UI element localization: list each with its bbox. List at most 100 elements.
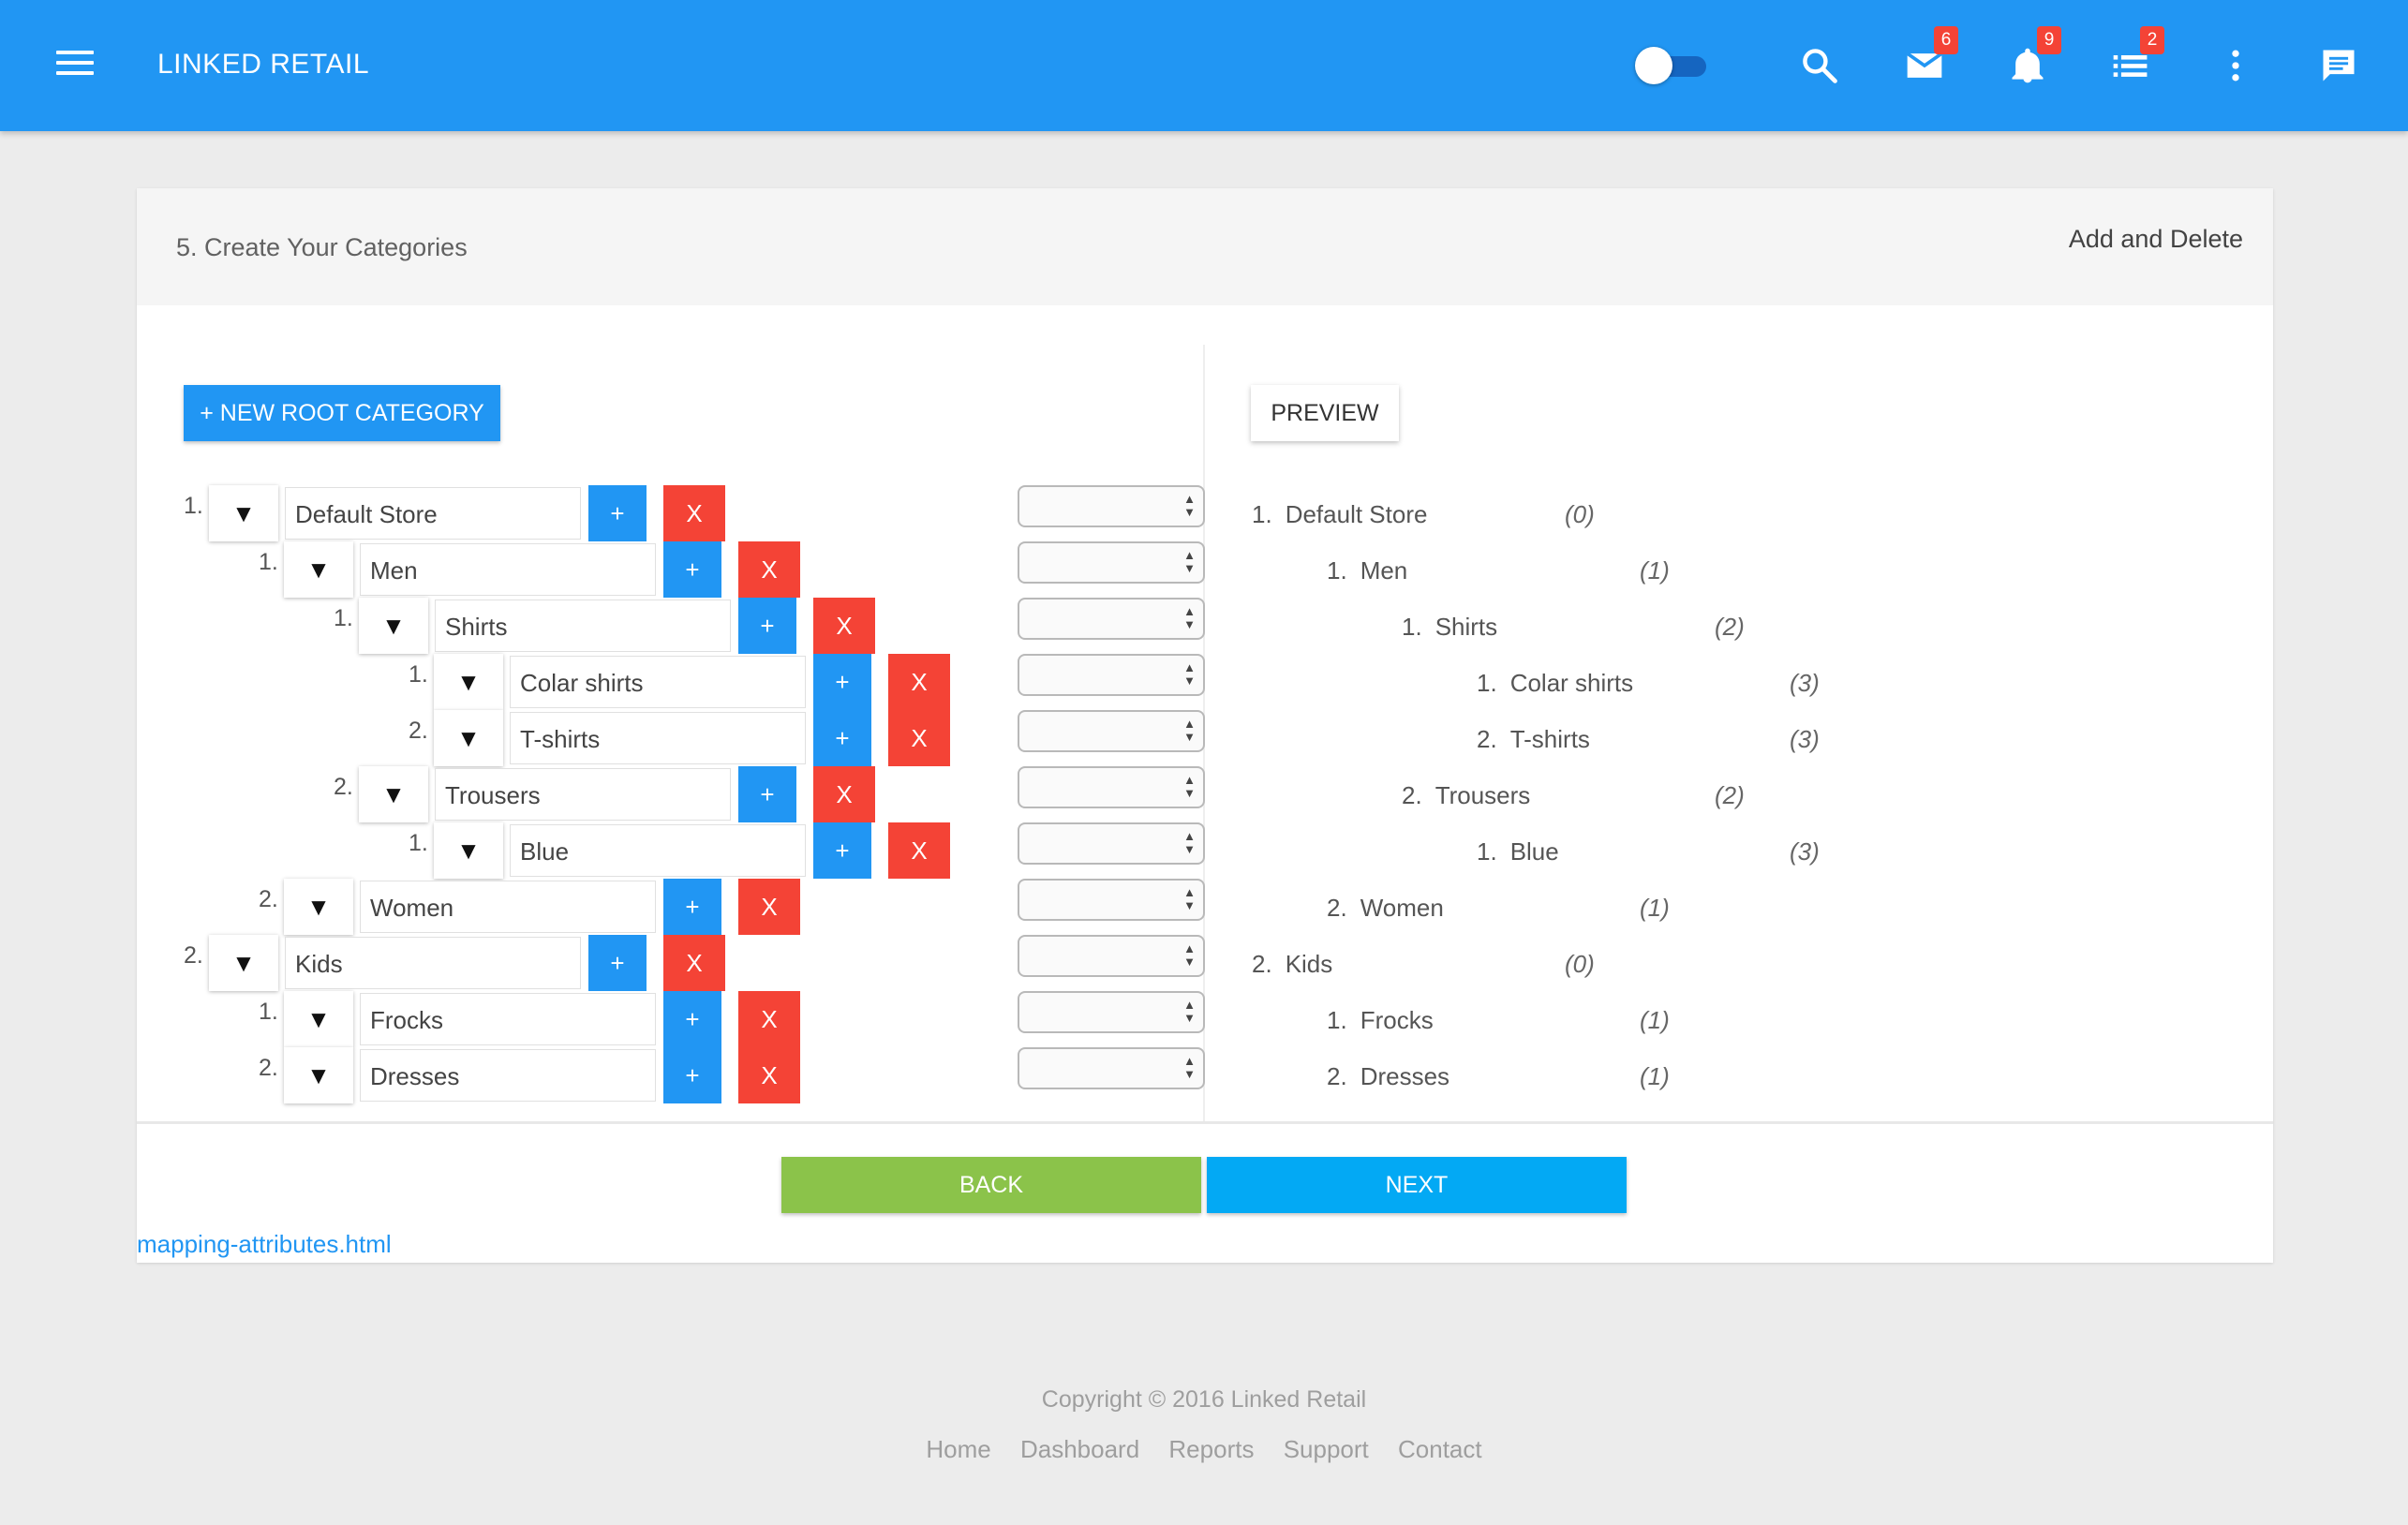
delete-category-button[interactable]: X	[813, 766, 875, 822]
category-name-input[interactable]: Blue	[510, 824, 806, 877]
next-button[interactable]: NEXT	[1207, 1157, 1627, 1213]
mapping-attributes-link[interactable]: mapping-attributes.html	[137, 1230, 392, 1259]
preview-name: Trousers	[1434, 781, 1531, 809]
add-child-button[interactable]: +	[663, 879, 721, 935]
select-arrows-icon: ▲ ▼	[1183, 885, 1196, 912]
add-child-button[interactable]: +	[663, 541, 721, 598]
collapse-toggle[interactable]: ▼	[359, 598, 428, 654]
footer-link-dashboard[interactable]: Dashboard	[1020, 1435, 1139, 1463]
triangle-down-icon: ▼	[231, 948, 256, 977]
preview-name: Colar shirts	[1509, 669, 1634, 697]
preview-count: (3)	[1790, 669, 1820, 697]
category-select[interactable]: ▲ ▼	[1018, 541, 1205, 584]
collapse-toggle[interactable]: ▼	[209, 935, 278, 991]
collapse-toggle[interactable]: ▼	[284, 1047, 353, 1103]
category-select[interactable]: ▲ ▼	[1018, 766, 1205, 808]
triangle-down-icon: ▼	[306, 1060, 331, 1089]
preview-number: 1.	[1327, 556, 1347, 585]
category-name-input[interactable]: Dresses	[360, 1049, 656, 1102]
add-child-button[interactable]: +	[588, 935, 647, 991]
notifications-badge: 9	[2037, 26, 2061, 54]
delete-category-button[interactable]: X	[738, 1047, 800, 1103]
footer-divider	[137, 1121, 2273, 1124]
new-root-category-button[interactable]: + NEW ROOT CATEGORY	[184, 385, 500, 441]
mail-icon[interactable]: 6	[1904, 26, 1958, 86]
category-select[interactable]: ▲ ▼	[1018, 710, 1205, 752]
category-name-input[interactable]: Women	[360, 881, 656, 933]
preview-number: 1.	[1327, 1006, 1347, 1034]
category-name-input[interactable]: Frocks	[360, 993, 656, 1045]
add-child-button[interactable]: +	[663, 991, 721, 1047]
add-child-button[interactable]: +	[738, 598, 796, 654]
back-button[interactable]: BACK	[781, 1157, 1201, 1213]
delete-category-button[interactable]: X	[888, 710, 950, 766]
category-select[interactable]: ▲ ▼	[1018, 654, 1205, 696]
collapse-toggle[interactable]: ▼	[434, 710, 503, 766]
preview-count: (3)	[1790, 725, 1820, 753]
category-select[interactable]: ▲ ▼	[1018, 485, 1205, 527]
delete-category-button[interactable]: X	[738, 879, 800, 935]
collapse-toggle[interactable]: ▼	[284, 541, 353, 598]
delete-category-button[interactable]: X	[888, 654, 950, 710]
preview-item: 2. Kids	[1252, 950, 1332, 979]
collapse-toggle[interactable]: ▼	[359, 766, 428, 822]
task-list-icon[interactable]: 2	[2110, 26, 2164, 86]
category-name-input[interactable]: T-shirts	[510, 712, 806, 764]
delete-category-button[interactable]: X	[888, 822, 950, 879]
select-arrows-icon: ▲ ▼	[1183, 773, 1196, 800]
preview-button[interactable]: PREVIEW	[1251, 385, 1399, 441]
triangle-down-icon: ▼	[381, 779, 406, 808]
theme-toggle[interactable]	[1635, 47, 1710, 84]
card-header: 5. Create Your Categories Add and Delete	[137, 188, 2273, 305]
category-select[interactable]: ▲ ▼	[1018, 822, 1205, 865]
preview-name: Women	[1360, 894, 1444, 922]
add-child-button[interactable]: +	[813, 710, 871, 766]
category-name-input[interactable]: Colar shirts	[510, 656, 806, 708]
category-select[interactable]: ▲ ▼	[1018, 879, 1205, 921]
preview-count: (3)	[1790, 837, 1820, 866]
add-child-button[interactable]: +	[588, 485, 647, 541]
category-name-input[interactable]: Shirts	[435, 600, 731, 652]
delete-category-button[interactable]: X	[738, 991, 800, 1047]
delete-category-button[interactable]: X	[663, 935, 725, 991]
category-name-input[interactable]: Default Store	[285, 487, 581, 540]
collapse-toggle[interactable]: ▼	[284, 991, 353, 1047]
preview-item: 1. Default Store	[1252, 500, 1427, 529]
footer-link-home[interactable]: Home	[926, 1435, 990, 1463]
category-name-input[interactable]: Trousers	[435, 768, 731, 821]
add-child-button[interactable]: +	[813, 654, 871, 710]
add-child-button[interactable]: +	[813, 822, 871, 879]
category-select[interactable]: ▲ ▼	[1018, 598, 1205, 640]
footer-link-reports[interactable]: Reports	[1168, 1435, 1254, 1463]
collapse-toggle[interactable]: ▼	[284, 879, 353, 935]
collapse-toggle[interactable]: ▼	[434, 822, 503, 879]
category-select[interactable]: ▲ ▼	[1018, 935, 1205, 977]
category-name-input[interactable]: Kids	[285, 937, 581, 989]
select-arrows-icon: ▲ ▼	[1183, 604, 1196, 631]
preview-name: Kids	[1285, 950, 1333, 978]
notifications-bell-icon[interactable]: 9	[2007, 26, 2061, 86]
delete-category-button[interactable]: X	[663, 485, 725, 541]
delete-category-button[interactable]: X	[738, 541, 800, 598]
add-child-button[interactable]: +	[663, 1047, 721, 1103]
preview-count: (1)	[1640, 1006, 1670, 1034]
hamburger-menu-icon[interactable]	[56, 51, 94, 81]
collapse-toggle[interactable]: ▼	[434, 654, 503, 710]
delete-category-button[interactable]: X	[813, 598, 875, 654]
select-arrows-icon: ▲ ▼	[1183, 717, 1196, 744]
category-select[interactable]: ▲ ▼	[1018, 1047, 1205, 1089]
footer-link-support[interactable]: Support	[1284, 1435, 1369, 1463]
select-arrows-icon: ▲ ▼	[1183, 829, 1196, 856]
collapse-toggle[interactable]: ▼	[209, 485, 278, 541]
search-icon[interactable]	[1799, 45, 1840, 86]
category-select[interactable]: ▲ ▼	[1018, 991, 1205, 1033]
category-name-input[interactable]: Men	[360, 543, 656, 596]
more-vert-icon[interactable]	[2215, 45, 2256, 86]
footer-link-contact[interactable]: Contact	[1398, 1435, 1482, 1463]
chat-icon[interactable]	[2318, 45, 2359, 86]
triangle-down-icon: ▼	[456, 723, 481, 752]
add-child-button[interactable]: +	[738, 766, 796, 822]
select-arrows-icon: ▲ ▼	[1183, 660, 1196, 688]
preview-item: 1. Blue	[1477, 837, 1559, 866]
add-delete-link[interactable]: Add and Delete	[2069, 225, 2243, 254]
